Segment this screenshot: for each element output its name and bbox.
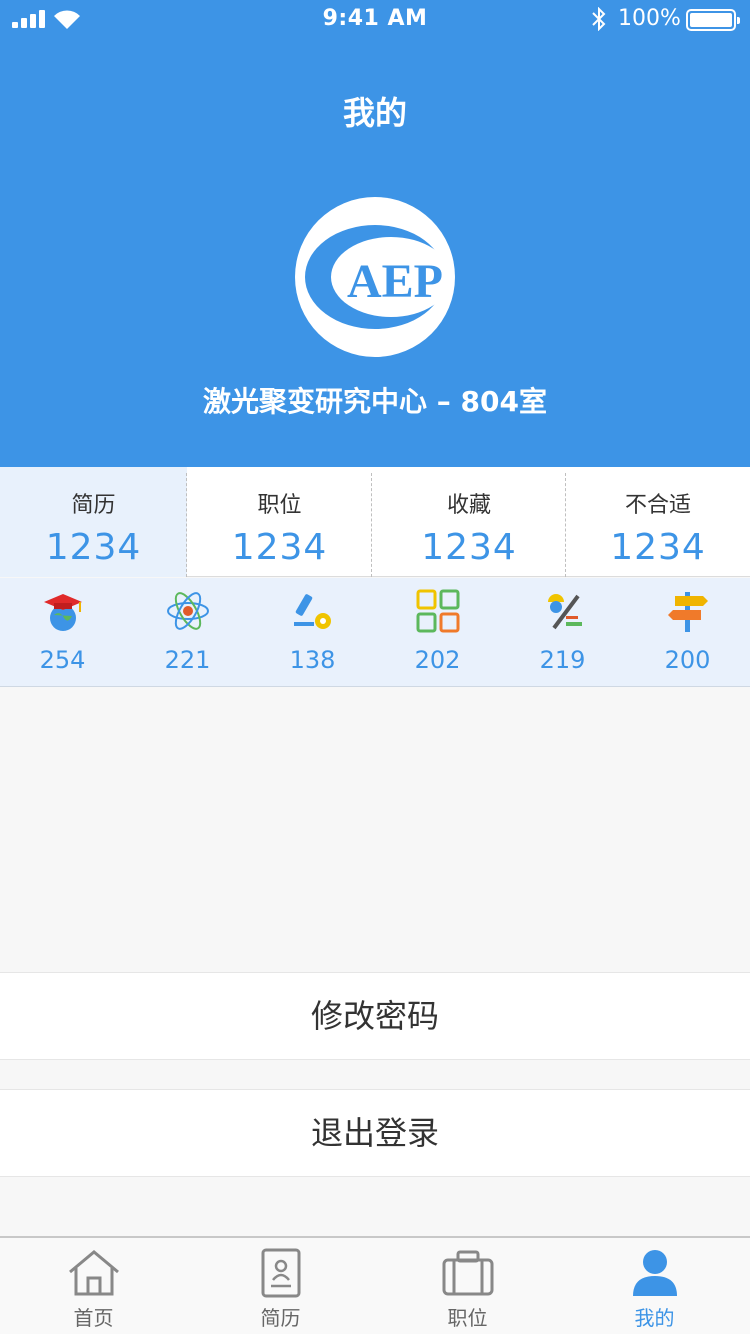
grid-squares-icon bbox=[416, 589, 460, 633]
tab-positions[interactable]: 职位 bbox=[374, 1238, 561, 1334]
organization-logo[interactable]: AEP bbox=[295, 197, 455, 357]
briefcase-icon bbox=[442, 1250, 494, 1296]
battery-icon bbox=[686, 9, 740, 31]
atom-icon bbox=[167, 592, 209, 630]
stat-label: 职位 bbox=[257, 493, 302, 518]
graduation-globe-icon bbox=[44, 594, 82, 631]
logo-text: AEP bbox=[347, 255, 443, 308]
resume-icon bbox=[261, 1248, 301, 1298]
stats-row: 简历 1234 职位 1234 收藏 1234 不合适 1234 bbox=[0, 467, 750, 577]
category-count: 221 bbox=[164, 646, 211, 674]
page-title: 我的 bbox=[342, 94, 407, 132]
category-row: 254 221 138 202 219 200 bbox=[0, 578, 750, 687]
tab-label: 首页 bbox=[73, 1306, 114, 1330]
logout-button[interactable]: 退出登录 bbox=[0, 1089, 750, 1177]
tab-resume[interactable]: 简历 bbox=[187, 1238, 374, 1334]
aep-logo-icon: AEP bbox=[305, 225, 451, 329]
stat-unsuitable[interactable]: 不合适 1234 bbox=[566, 467, 750, 577]
stat-value: 1234 bbox=[421, 527, 517, 568]
tab-me[interactable]: 我的 bbox=[561, 1238, 748, 1334]
battery-percent: 100% bbox=[618, 6, 681, 31]
bluetooth-icon bbox=[592, 7, 606, 31]
category-item[interactable]: 200 bbox=[625, 578, 750, 687]
profile-header: 9:41 AM 100% 我的 AEP 激光聚变研究中心 – 804室 bbox=[0, 0, 750, 467]
category-item[interactable]: 221 bbox=[125, 578, 250, 687]
user-icon bbox=[633, 1250, 677, 1296]
tab-label: 职位 bbox=[447, 1306, 488, 1330]
category-count: 219 bbox=[539, 646, 586, 674]
category-count: 200 bbox=[664, 646, 711, 674]
stat-value: 1234 bbox=[610, 527, 706, 568]
category-item[interactable]: 202 bbox=[375, 578, 500, 687]
stat-label: 不合适 bbox=[624, 493, 691, 518]
category-item[interactable]: 138 bbox=[250, 578, 375, 687]
status-bar: 9:41 AM 100% bbox=[0, 0, 750, 40]
tab-bar: 首页 简历 职位 我的 bbox=[0, 1236, 750, 1334]
stat-label: 收藏 bbox=[446, 493, 491, 518]
signpost-icon bbox=[668, 592, 708, 632]
home-icon bbox=[69, 1250, 119, 1296]
category-item[interactable]: 219 bbox=[500, 578, 625, 687]
category-count: 138 bbox=[289, 646, 336, 674]
stat-positions[interactable]: 职位 1234 bbox=[187, 467, 372, 577]
change-password-button[interactable]: 修改密码 bbox=[0, 972, 750, 1060]
tab-label: 我的 bbox=[634, 1306, 675, 1330]
category-count: 254 bbox=[39, 646, 86, 674]
tab-label: 简历 bbox=[260, 1306, 301, 1330]
microscope-gear-icon bbox=[294, 594, 331, 629]
category-count: 202 bbox=[414, 646, 461, 674]
stat-favorites[interactable]: 收藏 1234 bbox=[372, 467, 566, 577]
tab-home[interactable]: 首页 bbox=[0, 1238, 187, 1334]
engineer-tools-icon bbox=[548, 594, 582, 630]
stat-label: 简历 bbox=[71, 493, 116, 518]
organization-name: 激光聚变研究中心 – 804室 bbox=[203, 385, 547, 418]
stat-value: 1234 bbox=[45, 527, 142, 568]
stat-resume[interactable]: 简历 1234 bbox=[0, 467, 187, 577]
stat-value: 1234 bbox=[231, 527, 328, 568]
category-item[interactable]: 254 bbox=[0, 578, 125, 687]
